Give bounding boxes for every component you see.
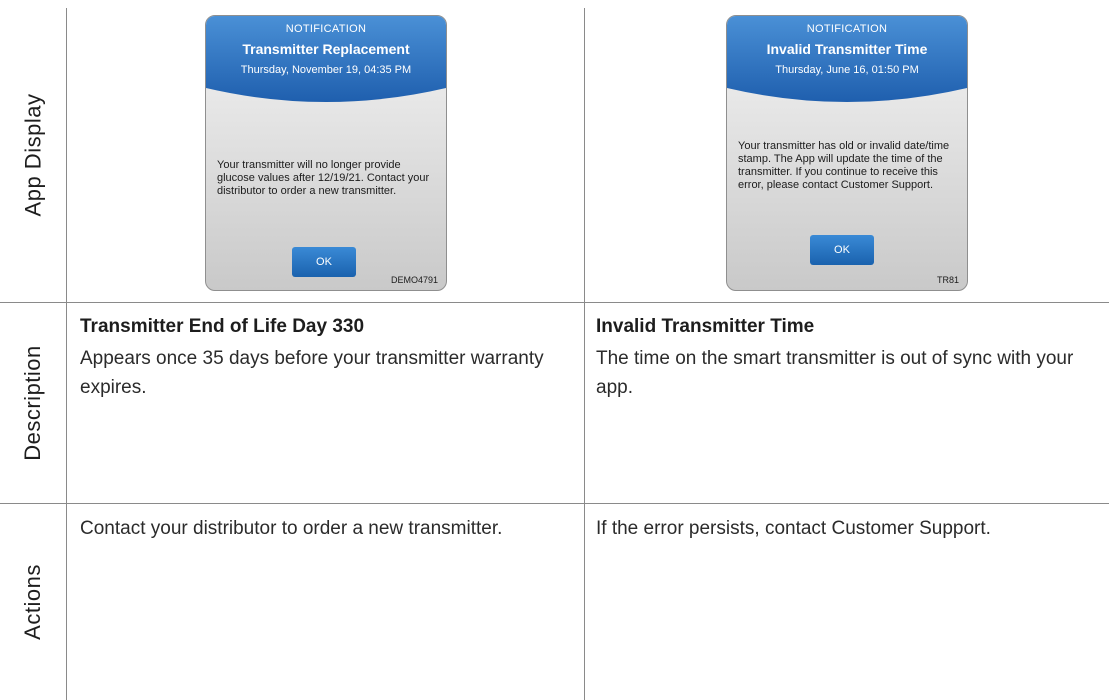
notification-date: Thursday, June 16, 01:50 PM — [775, 64, 919, 76]
actions-text: Contact your distributor to order a new … — [80, 518, 503, 539]
description-title: Transmitter End of Life Day 330 — [80, 316, 365, 337]
notification-header: NOTIFICATION Transmitter Replacement Thu… — [206, 16, 446, 112]
notification-title: Invalid Transmitter Time — [766, 41, 928, 57]
notification-message: Your transmitter will no longer provide … — [217, 159, 430, 197]
notification-screen: NOTIFICATION Invalid Transmitter Time Th… — [726, 15, 968, 291]
description-cell: Invalid Transmitter Time The time on the… — [596, 316, 1096, 402]
notification-label: NOTIFICATION — [285, 23, 367, 35]
row-label-app-display: App Display — [0, 8, 66, 302]
divider — [0, 503, 1109, 504]
screen-code: DEMO4791 — [390, 275, 438, 285]
notification-screen: NOTIFICATION Transmitter Replacement Thu… — [205, 15, 447, 291]
notification-message: Your transmitter has old or invalid date… — [738, 140, 950, 191]
ok-button[interactable]: OK — [810, 235, 874, 265]
row-label-text: Description — [20, 345, 46, 461]
notification-header: NOTIFICATION Invalid Transmitter Time Th… — [727, 16, 967, 112]
actions-text: If the error persists, contact Customer … — [596, 518, 991, 539]
divider — [0, 302, 1109, 303]
row-label-actions: Actions — [0, 504, 66, 700]
notification-label: NOTIFICATION — [806, 23, 888, 35]
description-cell: Transmitter End of Life Day 330 Appears … — [80, 316, 570, 402]
notification-date: Thursday, November 19, 04:35 PM — [240, 64, 412, 76]
divider — [584, 8, 585, 700]
ok-button[interactable]: OK — [292, 247, 356, 277]
row-label-description: Description — [0, 303, 66, 503]
notification-table: App Display Description Actions NOTIFICA… — [0, 0, 1109, 700]
description-text: Appears once 35 days before your transmi… — [80, 348, 544, 398]
actions-cell: Contact your distributor to order a new … — [80, 514, 575, 543]
divider — [66, 8, 67, 700]
actions-cell: If the error persists, contact Customer … — [596, 514, 1096, 543]
notification-title: Transmitter Replacement — [242, 41, 410, 57]
row-label-text: App Display — [20, 93, 46, 217]
screen-code: TR81 — [936, 275, 959, 285]
row-label-text: Actions — [20, 564, 45, 640]
description-text: The time on the smart transmitter is out… — [596, 348, 1074, 398]
description-title: Invalid Transmitter Time — [596, 316, 815, 337]
